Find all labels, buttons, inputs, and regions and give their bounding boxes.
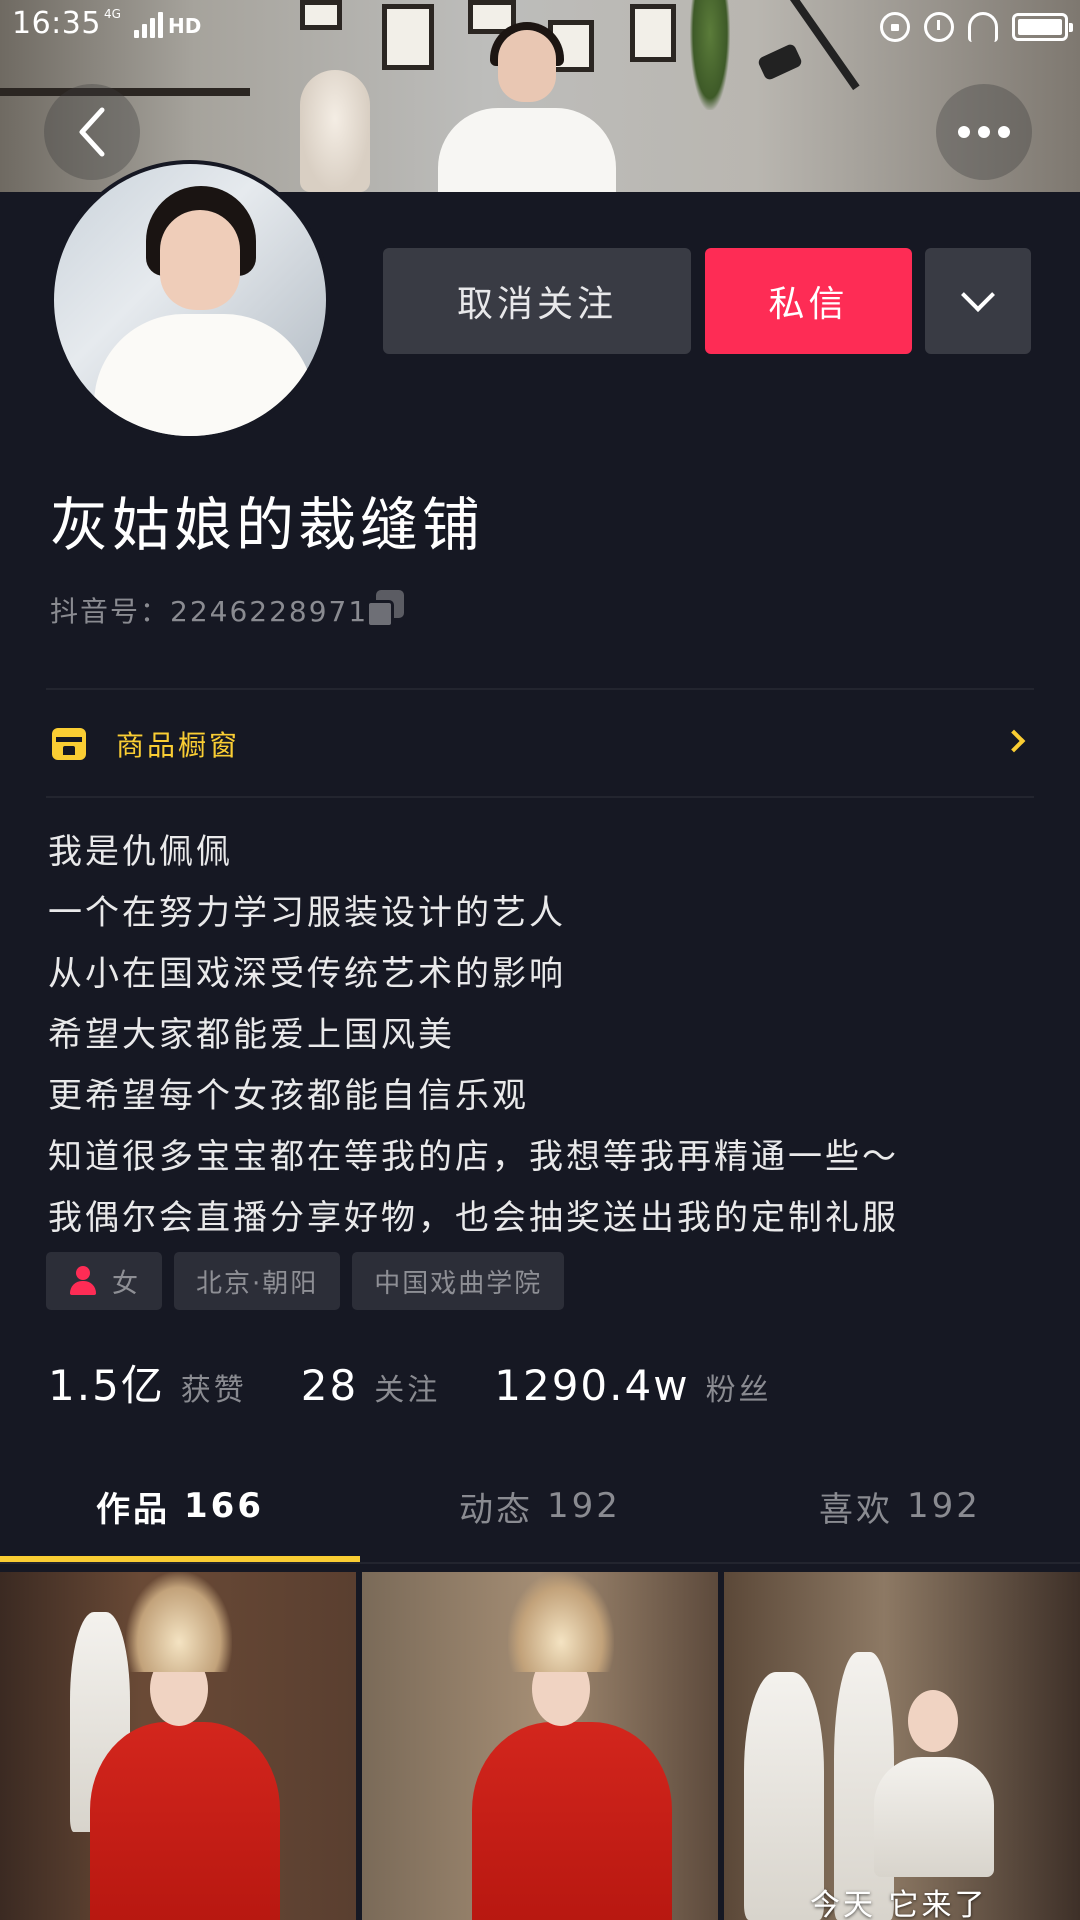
status-icons <box>880 10 1073 44</box>
profile-stats: 1.5亿 获赞 28 关注 1290.4w 粉丝 <box>48 1352 826 1413</box>
copy-icon[interactable] <box>364 590 406 630</box>
fans-stat[interactable]: 1290.4w 粉丝 <box>494 1361 771 1410</box>
more-options-button[interactable] <box>936 84 1032 180</box>
tab-divider <box>0 1562 1080 1564</box>
bio-line: 我是仇佩佩 <box>48 832 233 872</box>
banner-mannequin <box>300 70 370 192</box>
unfollow-button[interactable]: 取消关注 <box>383 248 691 354</box>
tab-label: 动态 <box>459 1489 534 1530</box>
likes-count: 1.5亿 <box>48 1361 165 1410</box>
tab-works[interactable]: 作品 166 <box>0 1450 360 1562</box>
tab-count: 192 <box>547 1486 621 1526</box>
likes-stat: 1.5亿 获赞 <box>48 1352 247 1413</box>
following-count: 28 <box>300 1361 359 1410</box>
tab-label: 作品 <box>96 1489 170 1530</box>
back-button[interactable] <box>44 84 140 180</box>
more-dots-icon <box>958 126 1010 138</box>
active-tab-indicator <box>0 1556 360 1562</box>
battery-icon <box>1012 13 1073 41</box>
avatar-face <box>160 210 240 310</box>
location-tag: 北京·朝阳 <box>174 1252 341 1310</box>
chevron-down-icon <box>961 278 995 312</box>
gender-tag: 女 <box>46 1252 163 1310</box>
status-bar: 16:35 4G HD <box>0 0 1080 54</box>
avatar[interactable] <box>50 160 330 440</box>
fans-count: 1290.4w <box>494 1361 690 1410</box>
status-time: 16:35 <box>12 6 101 41</box>
following-label: 关注 <box>374 1373 441 1408</box>
video-thumbnail[interactable]: 今天 它来了 <box>724 1572 1080 1920</box>
bio-line: 更希望每个女孩都能自信乐观 <box>48 1076 529 1116</box>
gender-label: 女 <box>112 1268 141 1299</box>
banner-shelf <box>0 88 250 96</box>
signal-icon <box>134 12 164 38</box>
avatar-body <box>94 314 314 436</box>
video-grid: 今天 它来了 <box>0 1572 1080 1920</box>
tab-count: 192 <box>907 1486 981 1526</box>
bio-line: 知道很多宝宝都在等我的店，我想等我再精通一些～ <box>48 1137 899 1177</box>
bio-line: 一个在努力学习服装设计的艺人 <box>48 893 566 933</box>
profile-bio: 我是仇佩佩 一个在努力学习服装设计的艺人 从小在国戏深受传统艺术的影响 希望大家… <box>48 822 1038 1249</box>
headset-icon <box>968 12 998 42</box>
tab-label: 喜欢 <box>819 1489 894 1530</box>
recommend-dropdown-button[interactable] <box>925 248 1031 354</box>
shop-window-row[interactable]: 商品橱窗 <box>46 690 1034 798</box>
divider <box>46 796 1034 798</box>
bio-line: 我偶尔会直播分享好物，也会抽奖送出我的定制礼服 <box>48 1198 899 1238</box>
bio-line: 从小在国戏深受传统艺术的影响 <box>48 954 566 994</box>
fans-label: 粉丝 <box>705 1373 772 1408</box>
network-type: 4G <box>104 7 121 21</box>
content-tabs: 作品 166 动态 192 喜欢 192 <box>0 1450 1080 1562</box>
profile-tags: 女 北京·朝阳 中国戏曲学院 <box>46 1252 565 1310</box>
likes-label: 获赞 <box>180 1373 247 1408</box>
school-tag: 中国戏曲学院 <box>352 1252 565 1310</box>
message-button[interactable]: 私信 <box>705 248 912 354</box>
banner-person-body <box>438 108 616 192</box>
tab-likes[interactable]: 喜欢 192 <box>720 1450 1080 1562</box>
profile-name: 灰姑娘的裁缝铺 <box>50 491 485 559</box>
video-thumbnail[interactable] <box>0 1572 356 1920</box>
lock-rotation-icon <box>880 12 910 42</box>
female-icon <box>68 1266 98 1296</box>
alarm-icon <box>924 12 954 42</box>
chevron-right-icon <box>1002 729 1026 753</box>
bio-line: 希望大家都能爱上国风美 <box>48 1015 455 1055</box>
douyin-id: 抖音号：2246228971 <box>50 595 369 628</box>
shop-icon <box>52 728 86 760</box>
tab-count: 166 <box>184 1486 264 1526</box>
chevron-left-icon <box>79 107 105 157</box>
shop-window-label: 商品橱窗 <box>116 729 241 762</box>
video-caption: 今天 它来了 <box>810 1888 988 1920</box>
tab-moments[interactable]: 动态 192 <box>360 1450 720 1562</box>
profile-page: 16:35 4G HD 取消关注 私信 灰姑娘的裁缝铺 抖音号：22462289… <box>0 0 1080 1920</box>
following-stat[interactable]: 28 关注 <box>301 1361 440 1410</box>
hd-indicator: HD <box>168 14 202 38</box>
video-thumbnail[interactable] <box>362 1572 718 1920</box>
